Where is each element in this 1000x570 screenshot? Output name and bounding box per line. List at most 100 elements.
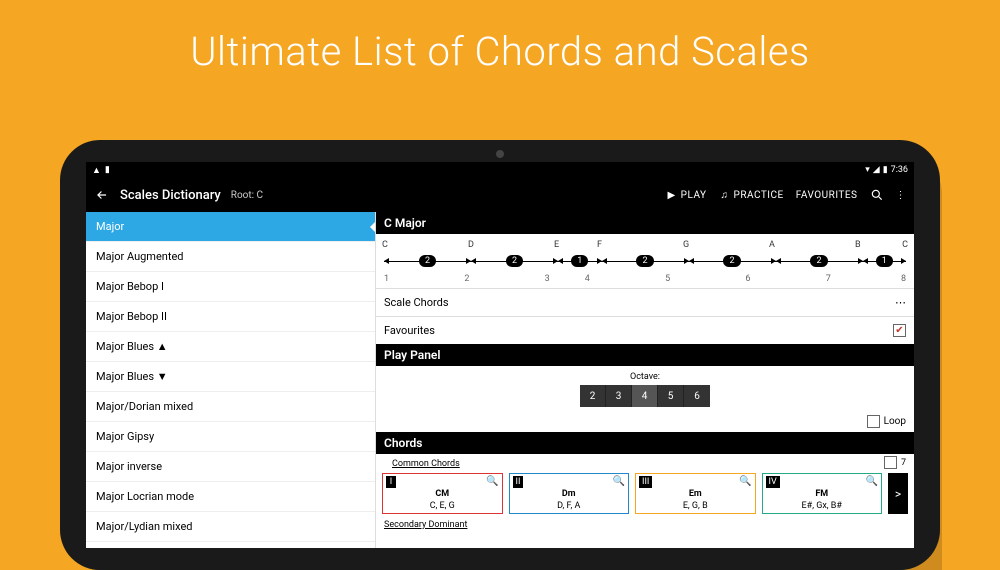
common-chords-label: Common Chords xyxy=(384,457,468,469)
magnify-icon[interactable]: 🔍 xyxy=(486,476,498,487)
chord-notes: C, E, G xyxy=(386,501,499,511)
chord-name: CM xyxy=(386,489,499,499)
chord-card[interactable]: IV 🔍 FM E#, Gx, B# xyxy=(762,473,883,514)
sidebar-item[interactable]: Major Locrian mode xyxy=(86,482,375,512)
degree-label: 1 xyxy=(384,274,464,284)
promo-title: Ultimate List of Chords and Scales xyxy=(0,0,1000,75)
note-label: C xyxy=(898,240,908,250)
app-title: Scales Dictionary xyxy=(120,188,221,203)
note-label: B xyxy=(855,240,898,250)
roman-numeral: III xyxy=(639,476,652,488)
interval-segment: 2 xyxy=(471,255,558,267)
chords-header: Chords xyxy=(376,432,914,454)
sidebar-item[interactable]: Major/Dorian mixed xyxy=(86,392,375,422)
note-label: F xyxy=(597,240,683,250)
magnify-icon[interactable]: 🔍 xyxy=(739,476,751,487)
favourites-checkbox[interactable] xyxy=(893,324,906,337)
sidebar-item[interactable]: Major Bebop I xyxy=(86,272,375,302)
roman-numeral: IV xyxy=(766,476,780,488)
chord-name: FM xyxy=(766,489,879,499)
octave-button[interactable]: 2 xyxy=(580,385,606,407)
sidebar-item[interactable]: Major Augmented xyxy=(86,242,375,272)
interval-segment: 2 xyxy=(776,255,863,267)
sidebar-item[interactable]: Major Bebop II xyxy=(86,302,375,332)
octave-button[interactable]: 4 xyxy=(632,385,658,407)
warning-icon: ▲ xyxy=(92,165,101,176)
play-label: PLAY xyxy=(681,190,707,201)
sidebar-item[interactable]: Major Blues ▼ xyxy=(86,362,375,392)
octave-button[interactable]: 3 xyxy=(606,385,632,407)
sidebar-item[interactable]: Major/Lydian mixed xyxy=(86,512,375,542)
scale-list-sidebar[interactable]: MajorMajor AugmentedMajor Bebop IMajor B… xyxy=(86,212,376,548)
seventh-label: 7 xyxy=(901,458,906,468)
status-bar: ▲ ▮ ▾ ◢ ▮ 7:36 xyxy=(86,162,914,178)
chord-name: Dm xyxy=(513,489,626,499)
battery-icon: ▮ xyxy=(883,165,888,175)
roman-numeral: I xyxy=(386,476,396,488)
sidebar-item[interactable]: Major Gipsy xyxy=(86,422,375,452)
degree-label: 4 xyxy=(585,274,665,284)
root-selector[interactable]: Root: C xyxy=(231,190,263,201)
scale-title-header: C Major xyxy=(376,212,914,234)
degree-label: 6 xyxy=(745,274,825,284)
note-label: D xyxy=(468,240,554,250)
scale-degrees: 12345678 xyxy=(376,274,914,288)
chord-notes: E#, Gx, B# xyxy=(766,501,879,511)
octave-button[interactable]: 5 xyxy=(658,385,684,407)
app-bar: Scales Dictionary Root: C ▶ PLAY ♫ PRACT… xyxy=(86,178,914,212)
chord-card[interactable]: II 🔍 Dm D, F, A xyxy=(509,473,630,514)
chord-notes: D, F, A xyxy=(513,501,626,511)
loop-row: Loop xyxy=(376,413,914,432)
chord-cards-row: I 🔍 CM C, E, G II 🔍 Dm D, F, A III 🔍 Em E, G, B IV 🔍 F… xyxy=(376,471,914,518)
search-button[interactable] xyxy=(870,188,884,202)
scale-chords-label: Scale Chords xyxy=(384,296,449,309)
chord-name: Em xyxy=(639,489,752,499)
wifi-icon: ▾ xyxy=(865,165,870,175)
secondary-dominant-label: Secondary Dominant xyxy=(376,518,914,530)
favourites-row[interactable]: Favourites xyxy=(376,316,914,344)
sidebar-item[interactable]: Major Blues ▲ xyxy=(86,332,375,362)
next-chords-arrow[interactable]: > xyxy=(888,473,908,514)
degree-label: 2 xyxy=(464,274,544,284)
chords-sub-header: Common Chords 7 xyxy=(376,454,914,471)
practice-label: PRACTICE xyxy=(734,190,784,201)
chord-card[interactable]: I 🔍 CM C, E, G xyxy=(382,473,503,514)
sd-icon: ▮ xyxy=(105,165,110,176)
screen: ▲ ▮ ▾ ◢ ▮ 7:36 Scales Dictionary Root: C… xyxy=(86,162,914,548)
degree-label: 7 xyxy=(826,274,866,284)
sidebar-item[interactable]: Major inverse xyxy=(86,452,375,482)
favourites-button[interactable]: FAVOURITES xyxy=(796,190,858,201)
scale-notes-row: CDEFGABC xyxy=(376,234,914,250)
play-icon: ▶ xyxy=(666,189,678,201)
roman-numeral: II xyxy=(513,476,524,488)
degree-label: 3 xyxy=(545,274,585,284)
seventh-checkbox[interactable] xyxy=(884,456,897,469)
loop-label: Loop xyxy=(884,416,906,427)
magnify-icon[interactable]: 🔍 xyxy=(866,476,878,487)
interval-segment: 2 xyxy=(602,255,689,267)
interval-segment: 2 xyxy=(689,255,776,267)
play-panel-header: Play Panel xyxy=(376,344,914,366)
practice-button[interactable]: ♫ PRACTICE xyxy=(719,189,784,201)
play-button[interactable]: ▶ PLAY xyxy=(666,189,707,201)
back-icon[interactable] xyxy=(94,187,110,203)
octave-button[interactable]: 6 xyxy=(684,385,710,407)
music-note-icon: ♫ xyxy=(719,189,731,201)
loop-checkbox[interactable] xyxy=(867,415,880,428)
note-label: C xyxy=(382,240,468,250)
magnify-icon[interactable]: 🔍 xyxy=(613,476,625,487)
camera-dot xyxy=(496,150,504,158)
main-panel: C Major CDEFGABC 2212221 12345678 Scale … xyxy=(376,212,914,548)
interval-segment: 2 xyxy=(384,255,471,267)
more-icon: ⋯ xyxy=(895,296,906,309)
content-area: MajorMajor AugmentedMajor Bebop IMajor B… xyxy=(86,212,914,548)
chord-notes: E, G, B xyxy=(639,501,752,511)
note-label: A xyxy=(769,240,855,250)
overflow-menu-icon[interactable]: ⋮ xyxy=(896,190,907,201)
chord-card[interactable]: III 🔍 Em E, G, B xyxy=(635,473,756,514)
play-panel-body: Octave: 23456 xyxy=(376,366,914,413)
sidebar-item[interactable]: Major xyxy=(86,212,375,242)
octave-label: Octave: xyxy=(382,372,908,382)
favourites-label: Favourites xyxy=(384,324,435,337)
scale-chords-row[interactable]: Scale Chords ⋯ xyxy=(376,288,914,316)
